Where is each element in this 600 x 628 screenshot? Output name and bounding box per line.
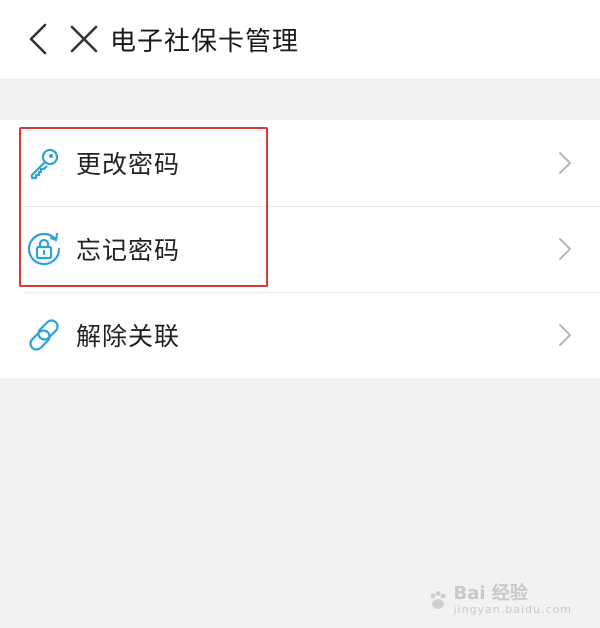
page-title: 电子社保卡管理: [110, 26, 300, 57]
link-icon: [24, 315, 64, 355]
unlink-item[interactable]: 解除关联: [0, 292, 600, 378]
watermark-text: Bai 经验: [453, 583, 528, 605]
close-button[interactable]: [62, 17, 106, 61]
paw-icon: [430, 591, 446, 610]
watermark-sub: jingyan.baidu.com: [453, 602, 572, 616]
forgot-password-label: 忘记密码: [76, 236, 181, 265]
chevron-left-icon: [29, 23, 47, 55]
change-password-label: 更改密码: [76, 150, 181, 179]
back-button[interactable]: [16, 17, 60, 61]
settings-menu: 更改密码 忘记密码 解除关联: [0, 120, 600, 378]
top-bar: 电子社保卡管理: [0, 0, 600, 78]
close-icon: [70, 25, 98, 53]
baidu-watermark: Bai 经验 jingyan.baidu.com: [427, 584, 572, 616]
key-icon: [24, 143, 64, 183]
unlink-label: 解除关联: [76, 322, 181, 351]
chevron-right-icon: [559, 238, 571, 260]
chevron-right-icon: [559, 152, 571, 174]
lock-refresh-icon: [24, 229, 64, 269]
change-password-item[interactable]: 更改密码: [0, 120, 600, 206]
chevron-right-icon: [559, 324, 571, 346]
forgot-password-item[interactable]: 忘记密码: [0, 206, 600, 292]
